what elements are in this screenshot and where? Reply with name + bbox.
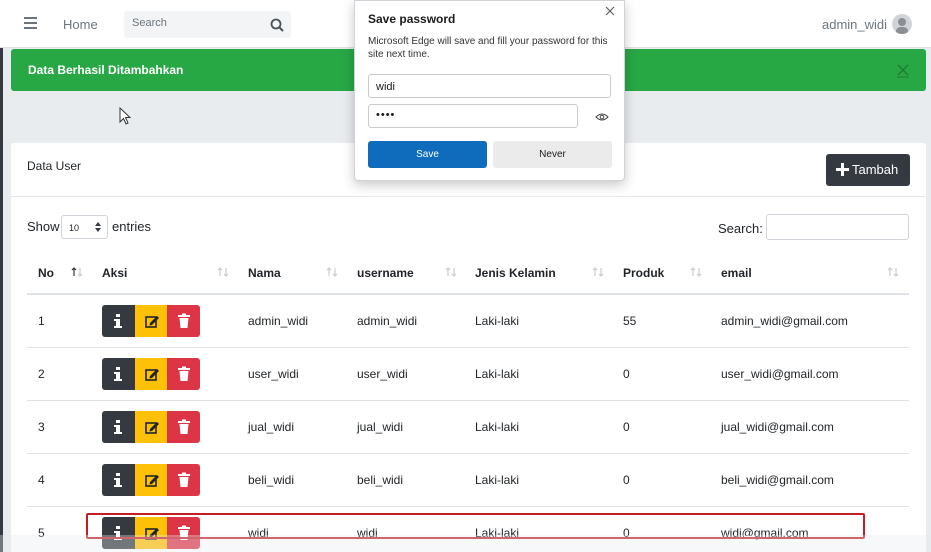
entries-select[interactable]: 10 <box>61 215 108 239</box>
cell-nama: beli_widi <box>248 473 295 487</box>
table-row: 3 jual_widi jual_widi Laki-laki 0 jual_w… <box>27 401 909 454</box>
cell-jenis-kelamin: Laki-laki <box>475 420 520 434</box>
select-arrows-icon <box>95 222 101 232</box>
cell-produk: 0 <box>623 420 630 434</box>
never-save-button[interactable]: Never <box>493 141 612 168</box>
cell-no: 1 <box>38 314 45 328</box>
edit-button[interactable] <box>135 464 168 496</box>
info-icon <box>114 314 122 328</box>
sort-icon[interactable] <box>887 266 899 278</box>
data-user-card: Data User Tambah Show 10 entries Search:… <box>11 143 926 552</box>
sort-icon[interactable] <box>592 266 604 278</box>
bottom-overlay <box>0 535 931 552</box>
show-password-eye-icon[interactable] <box>595 110 609 121</box>
edit-button[interactable] <box>135 358 168 390</box>
add-user-button[interactable]: Tambah <box>826 154 910 186</box>
cell-username: jual_widi <box>357 420 404 434</box>
detail-button[interactable] <box>102 411 135 443</box>
cell-no: 2 <box>38 367 45 381</box>
saved-username-field[interactable]: widi <box>368 74 611 98</box>
save-password-dialog: Save password Microsoft Edge will save a… <box>354 0 625 181</box>
alert-message: Data Berhasil Ditambahkan <box>28 63 184 77</box>
avatar[interactable] <box>892 14 912 34</box>
table-search-label: Search: <box>718 221 763 236</box>
search-icon[interactable] <box>267 15 287 35</box>
delete-button[interactable] <box>167 464 200 496</box>
edit-button[interactable] <box>135 411 168 443</box>
sort-icon[interactable] <box>217 266 229 278</box>
col-header-aksi[interactable]: Aksi <box>102 266 127 280</box>
dialog-description: Microsoft Edge will save and fill your p… <box>368 36 608 60</box>
table-row: 4 beli_widi beli_widi Laki-laki 0 beli_w… <box>27 454 909 507</box>
close-icon[interactable] <box>604 5 616 17</box>
edit-button[interactable] <box>135 305 168 337</box>
cell-email: beli_widi@gmail.com <box>721 473 834 487</box>
show-label: Show <box>27 219 60 234</box>
detail-button[interactable] <box>102 358 135 390</box>
cell-nama: admin_widi <box>248 314 309 328</box>
delete-button[interactable] <box>167 411 200 443</box>
cell-username: admin_widi <box>357 314 418 328</box>
cell-no: 4 <box>38 473 45 487</box>
cell-jenis-kelamin: Laki-laki <box>475 367 520 381</box>
cell-email: user_widi@gmail.com <box>721 367 839 381</box>
cell-jenis-kelamin: Laki-laki <box>475 314 520 328</box>
save-password-button[interactable]: Save <box>368 141 487 168</box>
col-header-jenis-kelamin[interactable]: Jenis Kelamin <box>475 266 556 280</box>
col-header-no[interactable]: No <box>38 266 54 280</box>
table-row: 2 user_widi user_widi Laki-laki 0 user_w… <box>27 348 909 401</box>
edit-icon <box>145 369 159 381</box>
sidebar-edge <box>0 48 3 552</box>
cell-produk: 0 <box>623 367 630 381</box>
add-user-label: Tambah <box>852 162 899 177</box>
nav-home-link[interactable]: Home <box>63 17 98 32</box>
cell-produk: 0 <box>623 473 630 487</box>
navbar-search-input[interactable] <box>132 17 262 29</box>
detail-button[interactable] <box>102 464 135 496</box>
col-header-produk[interactable]: Produk <box>623 266 664 280</box>
trash-icon <box>178 313 190 328</box>
cell-no: 3 <box>38 420 45 434</box>
col-header-nama[interactable]: Nama <box>248 266 281 280</box>
dialog-title: Save password <box>368 12 456 26</box>
edit-icon <box>145 475 159 487</box>
navbar-search <box>124 11 291 38</box>
detail-button[interactable] <box>102 305 135 337</box>
saved-password-field[interactable]: •••• <box>368 104 578 128</box>
edit-icon <box>145 316 159 328</box>
col-header-username[interactable]: username <box>357 266 414 280</box>
cell-produk: 55 <box>623 314 637 328</box>
col-header-email[interactable]: email <box>721 266 752 280</box>
sort-icon[interactable] <box>445 266 457 278</box>
trash-icon <box>178 472 190 487</box>
cell-nama: jual_widi <box>248 420 295 434</box>
hamburger-menu-icon[interactable] <box>24 17 37 29</box>
delete-button[interactable] <box>167 358 200 390</box>
info-icon <box>114 367 122 381</box>
info-icon <box>114 420 122 434</box>
table-row: 1 admin_widi admin_widi Laki-laki 55 adm… <box>27 295 909 348</box>
cell-username: user_widi <box>357 367 408 381</box>
card-title: Data User <box>27 159 82 173</box>
cell-email: jual_widi@gmail.com <box>721 420 834 434</box>
trash-icon <box>178 419 190 434</box>
mouse-cursor-icon <box>119 107 131 125</box>
sort-icon[interactable] <box>326 266 338 278</box>
entries-label: entries <box>112 219 152 234</box>
table-search-input[interactable] <box>766 214 909 240</box>
cell-jenis-kelamin: Laki-laki <box>475 473 520 487</box>
info-icon <box>114 473 122 487</box>
sort-asc-icon[interactable] <box>71 266 83 278</box>
close-icon[interactable] <box>896 60 910 78</box>
cell-email: admin_widi@gmail.com <box>721 314 848 328</box>
cell-username: beli_widi <box>357 473 404 487</box>
edit-icon <box>145 422 159 434</box>
plus-icon <box>836 163 849 176</box>
entries-value: 10 <box>69 223 80 233</box>
delete-button[interactable] <box>167 305 200 337</box>
cell-nama: user_widi <box>248 367 299 381</box>
sort-icon[interactable] <box>690 266 702 278</box>
trash-icon <box>178 366 190 381</box>
user-menu-name[interactable]: admin_widi <box>822 17 887 32</box>
